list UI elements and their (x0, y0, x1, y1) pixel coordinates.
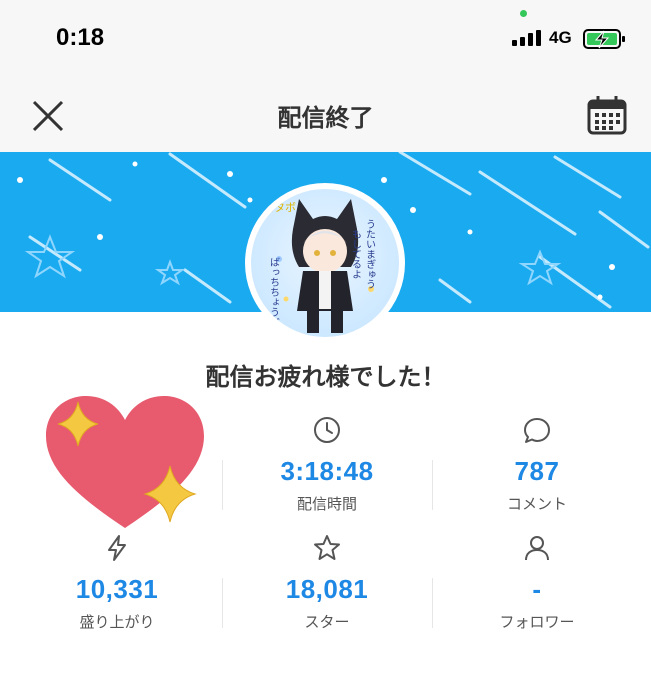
stat-value: 3:18:48 (280, 456, 374, 486)
signal-icon (512, 30, 541, 46)
lightning-icon (108, 535, 126, 561)
stat-comments: 787 コメント (432, 414, 642, 514)
stat-duration: 3:18:48 配信時間 (222, 414, 432, 514)
privacy-indicator-dot (520, 10, 527, 17)
person-icon (525, 536, 549, 561)
battery-charging-icon (583, 29, 625, 49)
avatar: ヨタボ うたいまぎゅう もしてるよ ばっちちょうだい (251, 189, 399, 337)
comment-icon (524, 418, 550, 443)
stat-stars: 18,081 スター (222, 532, 432, 632)
stat-label: スター (304, 613, 350, 631)
page-title: 配信終了 (277, 104, 374, 132)
stat-value: - (532, 574, 542, 604)
status-bar: 0:18 4G (0, 0, 651, 78)
stat-excitement: 10,331 盛り上がり (12, 532, 222, 632)
stat-value: 18,081 (285, 574, 369, 604)
thanks-message: 配信お疲れ様でした！ (205, 363, 446, 391)
stat-followers: - フォロワー (432, 532, 642, 632)
stat-label: 配信時間 (296, 495, 357, 513)
heart-sparkle-sticker (46, 396, 204, 528)
avatar-text-line: うたいまぎゅう (364, 219, 375, 289)
stat-label: フォロワー (499, 613, 575, 631)
stat-value: 10,331 (75, 574, 159, 604)
calendar-icon[interactable] (585, 93, 629, 137)
nav-bar: 配信終了 (0, 78, 651, 152)
star-icon (314, 535, 340, 560)
stat-label: コメント (506, 495, 567, 513)
clock-icon (314, 417, 340, 443)
status-time: 0:18 (56, 24, 105, 51)
network-type: 4G (549, 28, 572, 47)
stat-label: 盛り上がり (79, 613, 155, 631)
avatar-text-line: もしてるよ (350, 229, 362, 279)
stat-value: 787 (514, 456, 560, 486)
